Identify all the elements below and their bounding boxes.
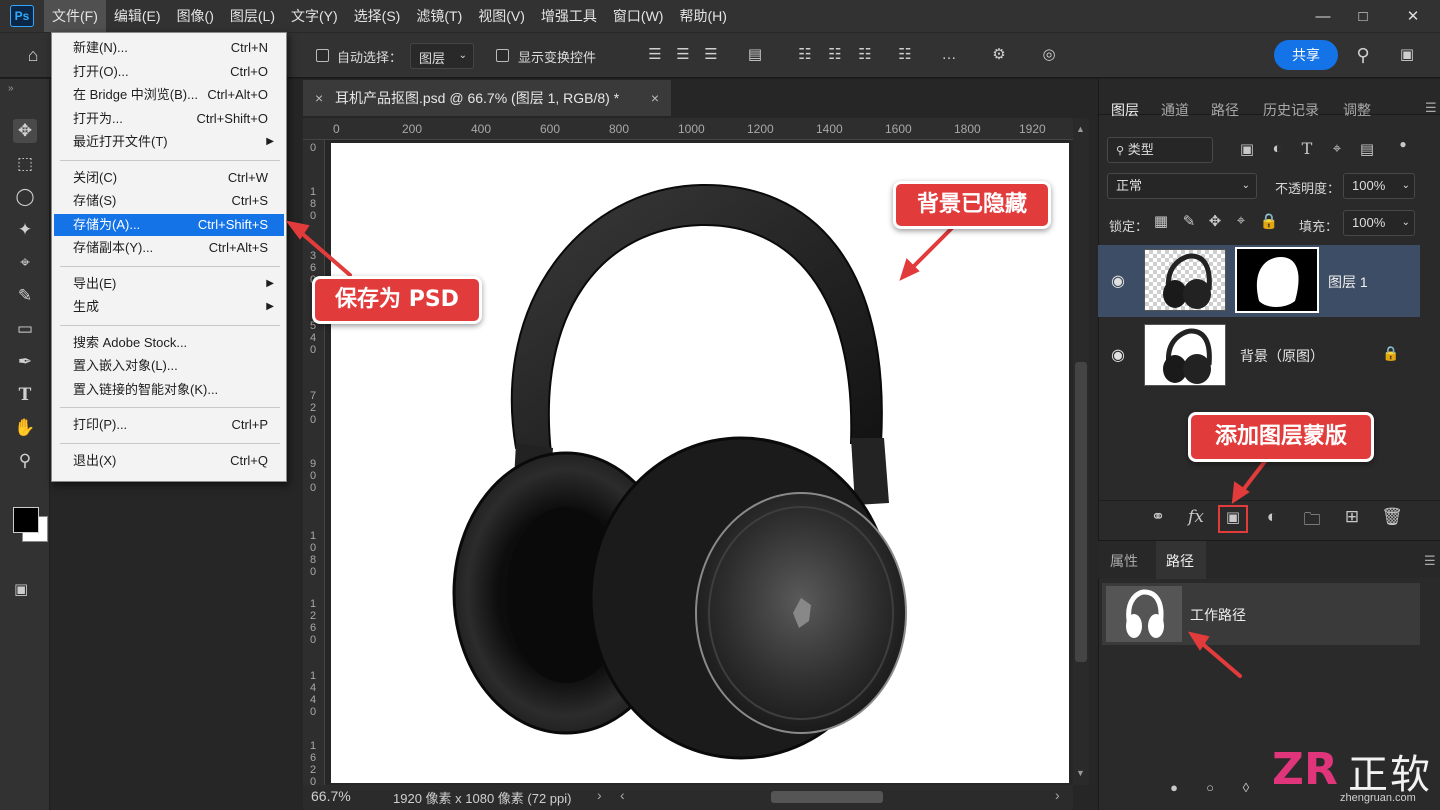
callout-add-mask: 添加图层蒙版 bbox=[1188, 412, 1374, 462]
callout-save-psd: 保存为 PSD bbox=[312, 276, 482, 324]
watermark-site: zhengruan.com bbox=[1340, 792, 1416, 804]
svg-text:Z: Z bbox=[1272, 744, 1304, 792]
zr-logo: Z R bbox=[1272, 744, 1338, 792]
watermark: Z R 正软 zhengruan.com bbox=[1262, 740, 1440, 810]
annotation-arrows bbox=[285, 220, 1268, 678]
callout-background-hidden: 背景已隐藏 bbox=[893, 181, 1051, 229]
svg-text:R: R bbox=[1304, 744, 1338, 792]
